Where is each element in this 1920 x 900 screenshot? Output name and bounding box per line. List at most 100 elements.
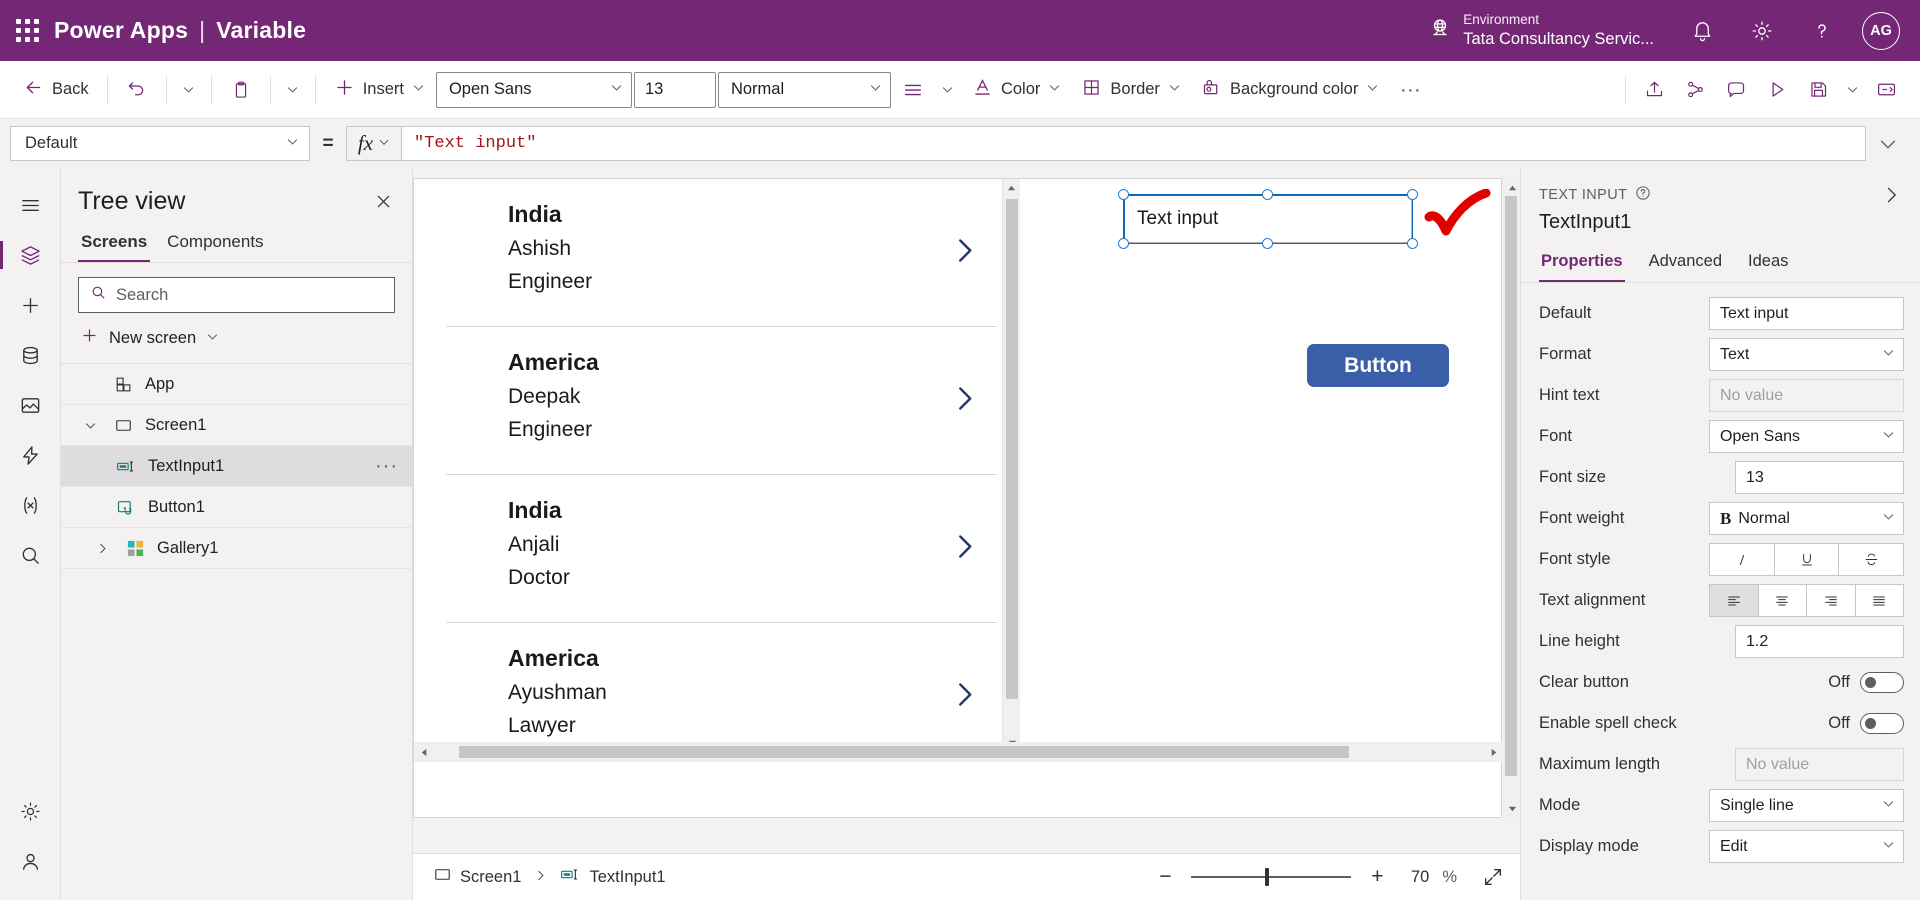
strikethrough-icon[interactable] — [1839, 543, 1904, 576]
zoom-slider-knob[interactable] — [1265, 868, 1269, 886]
canvas-vscroll-thumb[interactable] — [1505, 196, 1517, 776]
formula-input[interactable]: "Text input" — [401, 126, 1866, 161]
search-input[interactable]: Search — [78, 277, 395, 313]
scroll-up-icon[interactable] — [1502, 178, 1520, 198]
help-circle-icon[interactable] — [1635, 185, 1651, 206]
resize-handle-bottom-right[interactable] — [1407, 238, 1418, 249]
scroll-left-icon[interactable] — [414, 742, 434, 762]
button-control[interactable]: Button — [1307, 344, 1449, 387]
search-icon[interactable] — [0, 530, 61, 580]
publish-icon[interactable] — [1866, 70, 1906, 110]
text-input-field[interactable]: Text input — [1124, 195, 1412, 243]
zoom-in-button[interactable]: + — [1364, 864, 1390, 890]
chevron-right-icon[interactable] — [949, 235, 979, 270]
underline-icon[interactable] — [1775, 543, 1840, 576]
format-select[interactable]: Text — [1709, 338, 1904, 371]
insert-icon[interactable] — [0, 280, 61, 330]
insert-button[interactable]: Insert — [325, 70, 434, 110]
tab-components[interactable]: Components — [164, 226, 266, 262]
default-value-input[interactable]: Text input — [1709, 297, 1904, 330]
tree-node-app[interactable]: App — [61, 364, 412, 405]
paste-icon[interactable] — [221, 70, 261, 110]
settings-icon[interactable] — [0, 786, 61, 836]
align-justify-icon[interactable] — [1856, 584, 1905, 617]
resize-handle-top-left[interactable] — [1118, 189, 1129, 200]
undo-caret-icon[interactable] — [176, 70, 202, 110]
resize-handle-bottom-center[interactable] — [1262, 238, 1273, 249]
breadcrumb-control[interactable]: TextInput1 — [556, 866, 669, 888]
checkin-icon[interactable] — [1675, 70, 1715, 110]
app-screen-canvas[interactable]: India Ashish Engineer America Deepak Eng… — [413, 178, 1502, 818]
back-button[interactable]: Back — [14, 70, 98, 110]
align-caret-icon[interactable] — [935, 70, 961, 110]
formula-expand-icon[interactable] — [1866, 133, 1910, 155]
fit-to-screen-icon[interactable] — [1482, 866, 1504, 888]
chevron-down-icon[interactable] — [79, 419, 101, 432]
tree-node-button1[interactable]: Button1 — [61, 487, 412, 528]
save-caret-icon[interactable] — [1839, 70, 1865, 110]
tab-advanced[interactable]: Advanced — [1647, 246, 1724, 282]
clear-button-toggle[interactable] — [1860, 672, 1904, 693]
tree-node-textinput1[interactable]: TextInput1 ··· — [61, 446, 412, 487]
text-input-control[interactable]: Text input — [1124, 195, 1412, 243]
data-icon[interactable] — [0, 330, 61, 380]
tab-ideas[interactable]: Ideas — [1746, 246, 1790, 282]
chevron-right-icon[interactable] — [91, 542, 113, 555]
media-icon[interactable] — [0, 380, 61, 430]
variables-icon[interactable] — [0, 480, 61, 530]
bell-icon[interactable] — [1672, 0, 1732, 61]
undo-icon[interactable] — [117, 70, 157, 110]
background-color-button[interactable]: Background color — [1192, 70, 1388, 110]
scroll-right-icon[interactable] — [1483, 742, 1503, 762]
account-icon[interactable] — [0, 836, 61, 886]
display-mode-select[interactable]: Edit — [1709, 830, 1904, 863]
color-button[interactable]: Color — [963, 70, 1070, 110]
environment-picker[interactable]: Environment Tata Consultancy Servic... — [1428, 12, 1672, 50]
gallery-item[interactable]: India Ashish Engineer — [446, 179, 997, 327]
gallery-item[interactable]: America Ayushman Lawyer — [446, 623, 997, 751]
text-align-icon[interactable] — [893, 70, 933, 110]
play-icon[interactable] — [1757, 70, 1797, 110]
chevron-right-icon[interactable] — [949, 383, 979, 418]
font-size-combo[interactable]: 13 — [634, 72, 716, 108]
new-screen-button[interactable]: New screen — [61, 313, 412, 363]
close-icon[interactable] — [368, 186, 398, 216]
canvas-vertical-scrollbar[interactable] — [1502, 178, 1520, 818]
scroll-up-icon[interactable] — [1003, 179, 1020, 197]
node-overflow-icon[interactable]: ··· — [369, 455, 404, 478]
canvas-hscroll-thumb[interactable] — [459, 746, 1349, 758]
align-left-icon[interactable] — [1709, 584, 1759, 617]
font-size-input[interactable]: 13 — [1735, 461, 1904, 494]
share-icon[interactable] — [1634, 70, 1674, 110]
chevron-right-icon[interactable] — [949, 531, 979, 566]
font-select[interactable]: Open Sans — [1709, 420, 1904, 453]
maximum-length-input[interactable]: No value — [1735, 748, 1904, 781]
tree-node-screen1[interactable]: Screen1 — [61, 405, 412, 446]
tree-node-gallery1[interactable]: Gallery1 — [61, 528, 412, 569]
avatar[interactable]: AG — [1862, 12, 1900, 50]
italic-icon[interactable] — [1709, 543, 1775, 576]
paste-caret-icon[interactable] — [280, 70, 306, 110]
app-launcher-icon[interactable] — [0, 19, 54, 42]
resize-handle-top-right[interactable] — [1407, 189, 1418, 200]
align-center-icon[interactable] — [1759, 584, 1808, 617]
save-icon[interactable] — [1798, 70, 1838, 110]
resize-handle-bottom-left[interactable] — [1118, 238, 1129, 249]
chevron-right-icon[interactable] — [949, 680, 979, 715]
line-height-input[interactable]: 1.2 — [1735, 625, 1904, 658]
comments-icon[interactable] — [1716, 70, 1756, 110]
canvas-horizontal-scrollbar[interactable] — [414, 742, 1503, 762]
tree-view-icon[interactable] — [0, 230, 61, 280]
font-weight-combo[interactable]: Normal — [718, 72, 891, 108]
font-family-combo[interactable]: Open Sans — [436, 72, 632, 108]
brand[interactable]: Power Apps | Variable — [54, 17, 306, 44]
property-dropdown[interactable]: Default — [10, 126, 310, 161]
gallery-control[interactable]: India Ashish Engineer America Deepak Eng… — [446, 179, 1001, 751]
hint-text-input[interactable]: No value — [1709, 379, 1904, 412]
gallery-scroll-thumb[interactable] — [1006, 199, 1018, 699]
font-weight-select[interactable]: B Normal — [1709, 502, 1904, 535]
zoom-out-button[interactable]: − — [1152, 864, 1178, 890]
power-automate-icon[interactable] — [0, 430, 61, 480]
gallery-scrollbar[interactable] — [1002, 179, 1020, 751]
align-right-icon[interactable] — [1807, 584, 1856, 617]
